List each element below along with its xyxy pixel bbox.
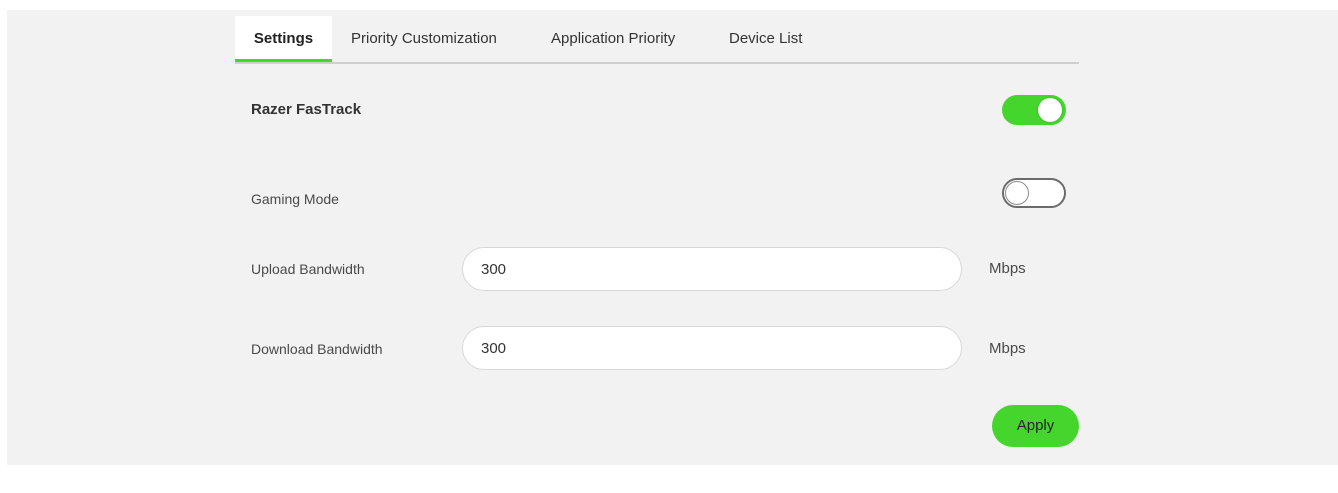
toggle-knob [1005,181,1029,205]
gaming-mode-toggle[interactable] [1002,178,1066,208]
tab-settings[interactable]: Settings [235,16,332,62]
settings-panel [7,10,1338,465]
upload-unit-label: Mbps [989,260,1026,277]
upload-bandwidth-label: Upload Bandwidth [251,261,365,277]
tab-device-list[interactable]: Device List [729,16,802,62]
fastrack-toggle[interactable] [1002,95,1066,125]
apply-button[interactable]: Apply [992,405,1079,447]
tab-application-priority[interactable]: Application Priority [551,16,675,62]
upload-bandwidth-input[interactable] [462,247,962,291]
gaming-mode-label: Gaming Mode [251,191,339,207]
download-unit-label: Mbps [989,340,1026,357]
download-bandwidth-label: Download Bandwidth [251,341,383,357]
fastrack-label: Razer FasTrack [251,101,362,118]
tab-bar: Settings Priority Customization Applicat… [235,16,1079,64]
toggle-knob [1038,98,1062,122]
tab-priority-customization[interactable]: Priority Customization [351,16,497,62]
download-bandwidth-input[interactable] [462,326,962,370]
